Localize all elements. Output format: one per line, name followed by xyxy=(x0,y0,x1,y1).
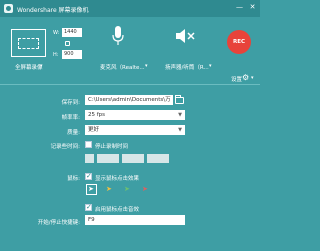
width-label: W: xyxy=(53,30,60,36)
recorder-window: Wondershare 屏幕录像机 — ✕ W: 1440 H: 900 全屏幕… xyxy=(0,0,260,251)
show-cursor-checkbox[interactable] xyxy=(85,172,92,180)
show-cursor-label: 显示鼠标点击效果 xyxy=(95,176,140,182)
microphone-icon[interactable] xyxy=(112,26,124,46)
cursor-yellow-icon[interactable]: ➤ xyxy=(106,185,112,193)
capture-toolbar: W: 1440 H: 900 全屏幕录像 ▾ 麦克风（Realte... ▾ 扬… xyxy=(0,17,260,83)
stop-at-time-checkbox[interactable] xyxy=(85,141,92,148)
microphone-label[interactable]: 麦克风（Realte... xyxy=(100,63,145,71)
chevron-down-icon: ▼ xyxy=(178,112,182,118)
save-to-label: 保存到: xyxy=(61,100,80,106)
frame-rate-value: 25 fps xyxy=(88,112,106,118)
folder-icon[interactable] xyxy=(175,95,184,104)
title-bar[interactable]: Wondershare 屏幕录像机 — ✕ xyxy=(0,0,260,17)
quality-label: 质量: xyxy=(67,130,80,136)
capture-mode-label[interactable]: 全屏幕录像 xyxy=(15,63,43,71)
app-logo-icon xyxy=(4,4,13,13)
settings-label[interactable]: 设置 xyxy=(231,75,242,83)
time-icon xyxy=(85,154,94,163)
height-input[interactable]: 900 xyxy=(62,50,82,59)
click-sound-label: 启用鼠标点击音效 xyxy=(95,207,140,213)
record-button[interactable]: REC xyxy=(227,30,251,54)
chevron-down-icon: ▼ xyxy=(178,127,182,133)
hotkey-input[interactable]: F9 xyxy=(85,215,185,225)
height-label: H: xyxy=(53,52,59,58)
gear-icon[interactable]: ⚙ xyxy=(242,73,249,82)
width-input[interactable]: 1440 xyxy=(62,28,82,37)
record-duration-label: 记录些时间: xyxy=(50,144,80,150)
minutes-input[interactable] xyxy=(122,154,144,163)
speaker-dropdown-icon[interactable]: ▾ xyxy=(209,63,212,69)
seconds-input[interactable] xyxy=(147,154,169,163)
cursor-red-icon[interactable]: ➤ xyxy=(142,185,148,193)
window-title: Wondershare 屏幕录像机 xyxy=(17,7,89,14)
click-sound-checkbox[interactable] xyxy=(85,203,92,211)
lock-ratio-icon[interactable] xyxy=(65,41,70,46)
frame-rate-label: 帧率率: xyxy=(61,115,80,121)
stop-at-time-label: 停止录制时间 xyxy=(95,144,129,150)
cursor-icon: ➤ xyxy=(88,185,94,193)
cursor-green-icon[interactable]: ➤ xyxy=(124,185,130,193)
frame-rate-select[interactable]: 25 fps ▼ xyxy=(85,110,185,120)
save-path-input[interactable]: C:\Users\admin\Documents\万 xyxy=(85,95,173,105)
hours-input[interactable] xyxy=(97,154,119,163)
quality-value: 更好 xyxy=(88,127,100,133)
speaker-label[interactable]: 扬声器/听筒（R... xyxy=(165,63,209,71)
hotkey-label: 开始/停止快捷键: xyxy=(37,220,80,226)
settings-dropdown-icon[interactable]: ▾ xyxy=(251,75,254,81)
minimize-button[interactable]: — xyxy=(234,2,245,13)
quality-select[interactable]: 更好 ▼ xyxy=(85,125,185,135)
speaker-muted-icon[interactable] xyxy=(175,27,195,45)
mouse-label: 鼠标: xyxy=(67,176,80,182)
microphone-dropdown-icon[interactable]: ▾ xyxy=(145,63,148,69)
capture-mode-dropdown-icon[interactable]: ▾ xyxy=(40,63,43,69)
close-button[interactable]: ✕ xyxy=(247,2,258,13)
fullscreen-area-icon[interactable] xyxy=(11,29,46,57)
